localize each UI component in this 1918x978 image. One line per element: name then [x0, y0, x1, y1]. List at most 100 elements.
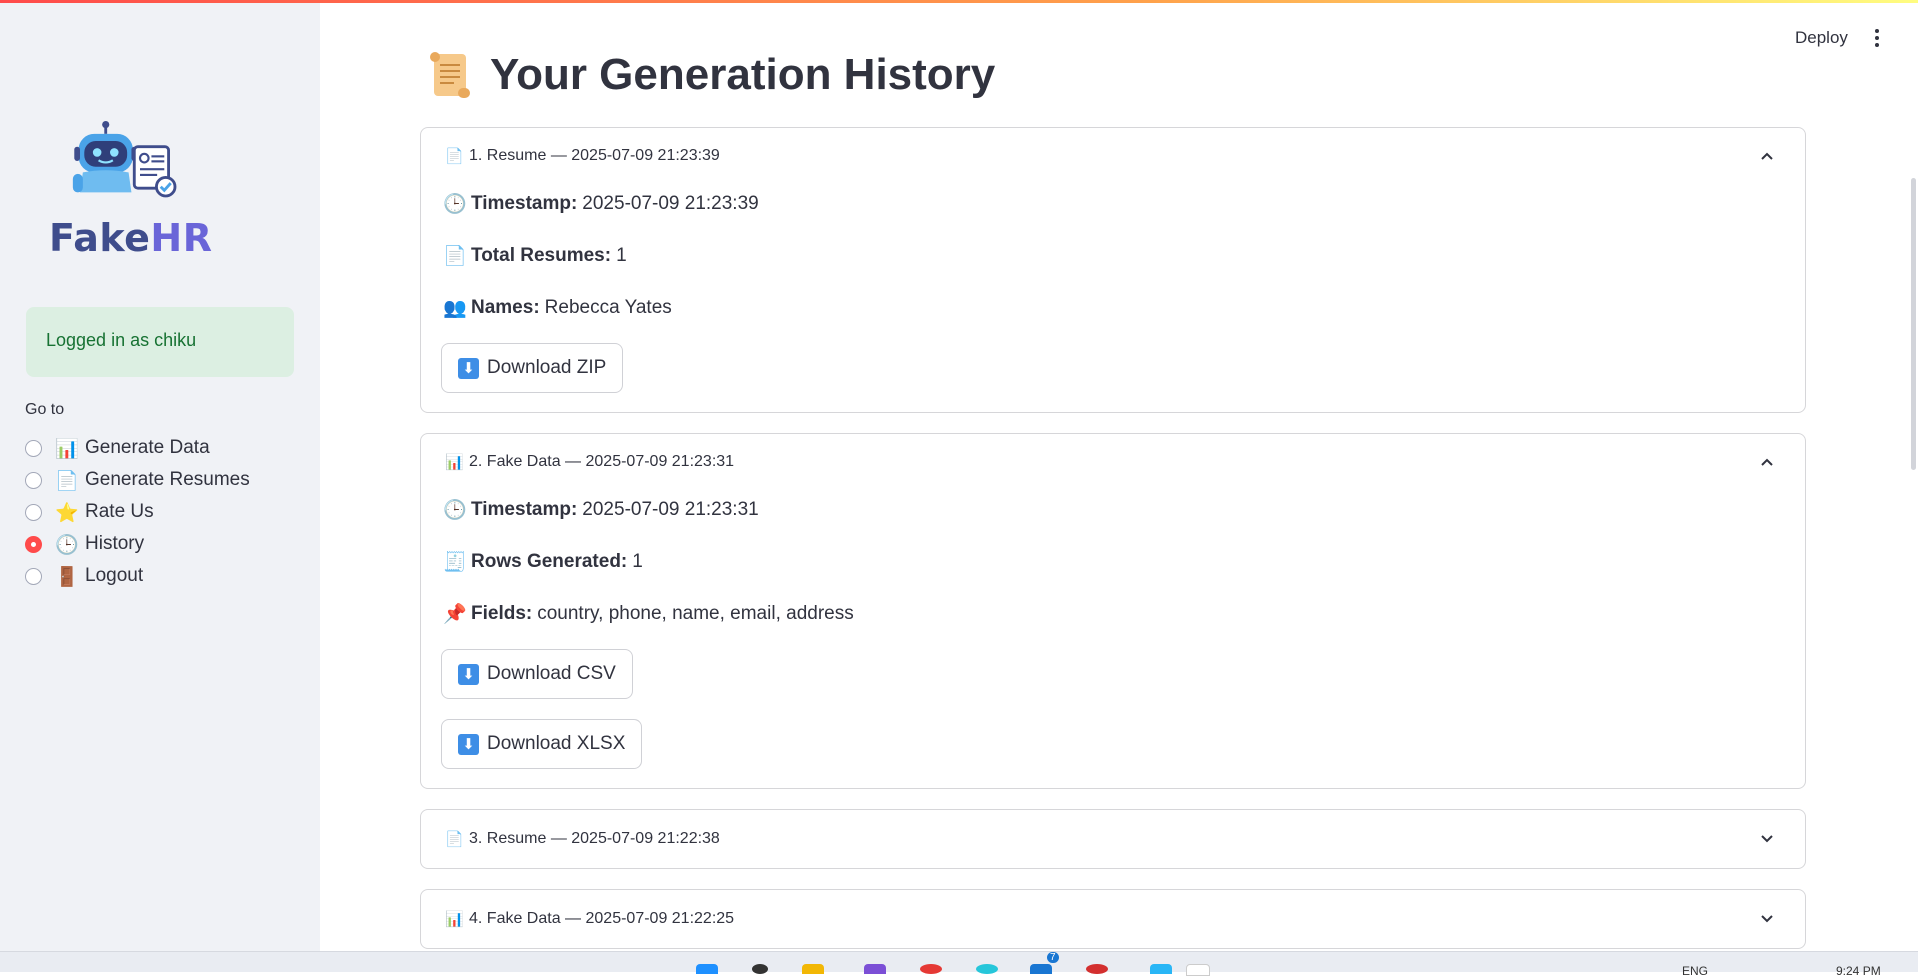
mail-icon[interactable]	[1030, 964, 1052, 974]
names-label: Names:	[471, 296, 540, 318]
app-logo-text: FakeHR	[49, 216, 212, 260]
chevron-down-icon[interactable]	[1759, 830, 1775, 846]
login-status-text: Logged in as chiku	[46, 330, 197, 350]
chevron-up-icon[interactable]	[1759, 454, 1775, 470]
rows-generated-value: 1	[632, 550, 643, 572]
expander-header[interactable]: 📄 3. Resume — 2025-07-09 21:22:38	[421, 810, 1805, 868]
radio-button[interactable]	[25, 439, 42, 457]
bar-chart-icon: 📊	[55, 437, 79, 460]
bar-chart-icon: 📊	[445, 910, 464, 928]
login-status-alert: Logged in as chiku	[26, 307, 294, 377]
radio-button[interactable]	[25, 471, 42, 489]
timestamp-value: 2025-07-09 21:23:39	[582, 192, 759, 214]
download-csv-button[interactable]: ⬇ Download CSV	[441, 649, 633, 699]
nav-item-label: History	[85, 533, 145, 554]
fields-row: 📌 Fields: country, phone, name, email, add…	[443, 602, 854, 626]
door-icon: 🚪	[55, 565, 79, 588]
timestamp-row: 🕒 Timestamp: 2025-07-09 21:23:39	[443, 192, 759, 216]
expander-header[interactable]: 📊 2. Fake Data — 2025-07-09 21:23:31	[421, 434, 1805, 490]
os-taskbar: 7 ENG 9:24 PM	[0, 951, 1918, 978]
expander-title: 3. Resume — 2025-07-09 21:22:38	[469, 830, 720, 847]
notification-badge: 7	[1047, 952, 1059, 963]
scrollbar[interactable]	[1911, 178, 1916, 470]
radio-button[interactable]	[25, 567, 42, 585]
fields-label: Fields:	[471, 602, 533, 624]
history-entry-4: 📊 4. Fake Data — 2025-07-09 21:22:25	[420, 889, 1806, 949]
app-icon[interactable]	[864, 964, 886, 974]
search-icon[interactable]	[752, 964, 768, 974]
nav-item-history[interactable]: 🕒 History	[25, 528, 250, 560]
button-label: Download XLSX	[487, 733, 626, 754]
chevron-up-icon[interactable]	[1759, 148, 1775, 164]
names-value: Rebecca Yates	[544, 296, 672, 318]
history-entry-3: 📄 3. Resume — 2025-07-09 21:22:38	[420, 809, 1806, 869]
nav-item-label: Rate Us	[85, 501, 154, 522]
nav-radio-group: 📊 Generate Data 📄 Generate Resumes ⭐ Rate U…	[25, 432, 250, 592]
download-arrow-icon: ⬇	[458, 733, 479, 755]
expander-header[interactable]: 📊 4. Fake Data — 2025-07-09 21:22:25	[421, 890, 1805, 948]
document-icon: 📄	[443, 245, 467, 267]
expander-title: 2. Fake Data — 2025-07-09 21:23:31	[469, 453, 735, 470]
nav-item-label: Generate Resumes	[85, 469, 250, 490]
expander-title: 1. Resume — 2025-07-09 21:23:39	[469, 147, 720, 164]
clock-icon: 🕒	[55, 533, 79, 556]
robot-logo-icon	[72, 121, 177, 198]
timestamp-label: Timestamp:	[471, 498, 578, 520]
folder-icon[interactable]	[802, 964, 824, 974]
document-icon: 📄	[55, 469, 79, 492]
timestamp-value: 2025-07-09 21:23:31	[582, 498, 759, 520]
total-resumes-label: Total Resumes:	[471, 244, 612, 266]
pushpin-icon: 📌	[443, 603, 467, 625]
scroll-icon	[430, 52, 470, 98]
clock-icon: 🕒	[443, 499, 467, 521]
edge-icon[interactable]	[976, 964, 998, 974]
clock-icon: 🕒	[443, 193, 467, 215]
expander-header[interactable]: 📄 1. Resume — 2025-07-09 21:23:39	[421, 128, 1805, 184]
download-zip-button[interactable]: ⬇ Download ZIP	[441, 343, 624, 393]
windows-start-icon[interactable]	[696, 964, 718, 974]
people-icon: 👥	[443, 297, 467, 319]
nav-item-label: Generate Data	[85, 437, 210, 458]
receipt-icon: 🧾	[443, 551, 467, 573]
total-resumes-value: 1	[616, 244, 627, 266]
document-icon: 📄	[445, 830, 464, 848]
document-icon: 📄	[445, 147, 464, 165]
button-label: Download ZIP	[487, 357, 607, 378]
nav-item-generate-data[interactable]: 📊 Generate Data	[25, 432, 250, 464]
download-xlsx-button[interactable]: ⬇ Download XLSX	[441, 719, 643, 769]
download-arrow-icon: ⬇	[458, 357, 479, 379]
expander-title: 4. Fake Data — 2025-07-09 21:22:25	[469, 910, 735, 927]
nav-item-generate-resumes[interactable]: 📄 Generate Resumes	[25, 464, 250, 496]
app-icon[interactable]	[1086, 964, 1108, 974]
main-menu-icon[interactable]	[1874, 29, 1880, 49]
radio-button-selected[interactable]	[25, 535, 42, 553]
chrome-icon[interactable]	[920, 964, 942, 974]
fields-value: country, phone, name, email, address	[537, 602, 854, 624]
timestamp-row: 🕒 Timestamp: 2025-07-09 21:23:31	[443, 498, 759, 522]
download-arrow-icon: ⬇	[458, 663, 479, 685]
chevron-down-icon[interactable]	[1759, 910, 1775, 926]
logo-word-hr: HR	[150, 216, 213, 260]
page-title-text: Your Generation History	[490, 50, 996, 99]
bar-chart-icon: 📊	[445, 453, 464, 471]
rows-generated-row: 🧾 Rows Generated: 1	[443, 550, 643, 574]
button-label: Download CSV	[487, 663, 616, 684]
active-app-icon[interactable]	[1186, 964, 1210, 976]
star-icon: ⭐	[55, 501, 79, 524]
total-resumes-row: 📄 Total Resumes: 1	[443, 244, 627, 268]
radio-button[interactable]	[25, 503, 42, 521]
nav-item-label: Logout	[85, 565, 144, 586]
logo-word-fake: Fake	[49, 216, 151, 260]
history-entry-2: 📊 2. Fake Data — 2025-07-09 21:23:31 🕒 Ti…	[420, 433, 1806, 789]
nav-item-rate-us[interactable]: ⭐ Rate Us	[25, 496, 250, 528]
deploy-button[interactable]: Deploy	[1795, 28, 1848, 48]
history-entry-1: 📄 1. Resume — 2025-07-09 21:23:39 🕒 Times…	[420, 127, 1806, 413]
names-row: 👥 Names: Rebecca Yates	[443, 296, 672, 320]
rows-generated-label: Rows Generated:	[471, 550, 628, 572]
sidebar: FakeHR Logged in as chiku Go to 📊 Generat…	[0, 3, 320, 951]
app-icon[interactable]	[1150, 964, 1172, 974]
nav-item-logout[interactable]: 🚪 Logout	[25, 560, 250, 592]
nav-label: Go to	[25, 401, 65, 418]
language-indicator[interactable]: ENG	[1682, 964, 1708, 978]
clock-time[interactable]: 9:24 PM	[1836, 964, 1881, 978]
